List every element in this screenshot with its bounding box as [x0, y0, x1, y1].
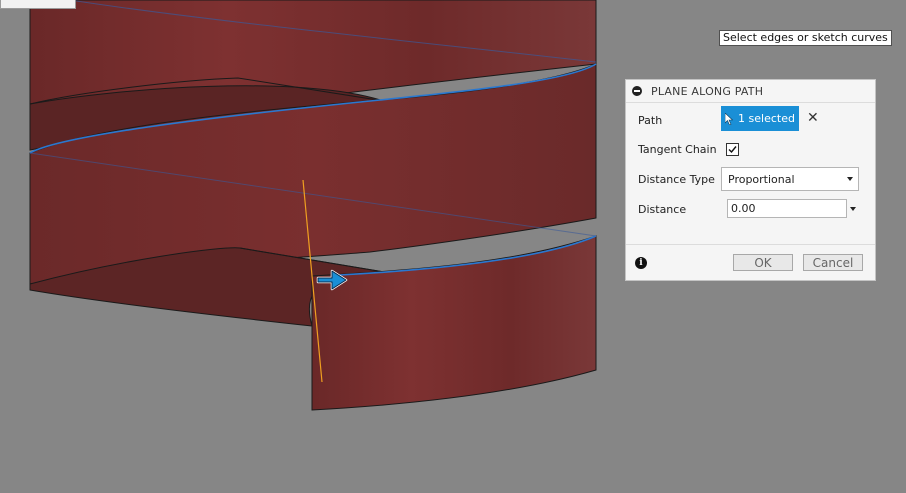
- dialog-title: PLANE ALONG PATH: [651, 84, 764, 98]
- tangent-chain-checkbox[interactable]: [726, 143, 739, 156]
- selection-hint-tooltip: Select edges or sketch curves: [719, 30, 892, 46]
- helix-band-bottom: [311, 235, 597, 411]
- ok-button[interactable]: OK: [733, 254, 793, 271]
- chevron-down-icon: [847, 177, 853, 181]
- close-icon[interactable]: ✕: [807, 111, 819, 125]
- info-icon[interactable]: i: [635, 257, 647, 269]
- path-selection-count: 1 selected: [738, 112, 795, 125]
- toolbar-fragment: [0, 0, 76, 9]
- distance-type-value: Proportional: [728, 172, 795, 186]
- distance-dropdown-icon[interactable]: [850, 207, 856, 211]
- dialog-divider: [626, 244, 875, 245]
- dialog-header[interactable]: PLANE ALONG PATH: [626, 80, 875, 103]
- distance-type-label: Distance Type: [638, 173, 715, 186]
- checkmark-icon: [728, 146, 737, 154]
- distance-type-select[interactable]: Proportional: [721, 167, 859, 191]
- path-selection-button[interactable]: 1 selected: [721, 106, 799, 131]
- path-label: Path: [638, 114, 663, 127]
- minus-circle-icon[interactable]: [632, 86, 642, 96]
- distance-input[interactable]: [727, 199, 847, 218]
- cancel-button[interactable]: Cancel: [803, 254, 863, 271]
- tangent-chain-label: Tangent Chain: [638, 143, 717, 156]
- plane-along-path-dialog: PLANE ALONG PATH Path 1 selected ✕ Tange…: [625, 79, 876, 281]
- pointer-cursor-icon: [725, 112, 734, 125]
- distance-label: Distance: [638, 203, 687, 216]
